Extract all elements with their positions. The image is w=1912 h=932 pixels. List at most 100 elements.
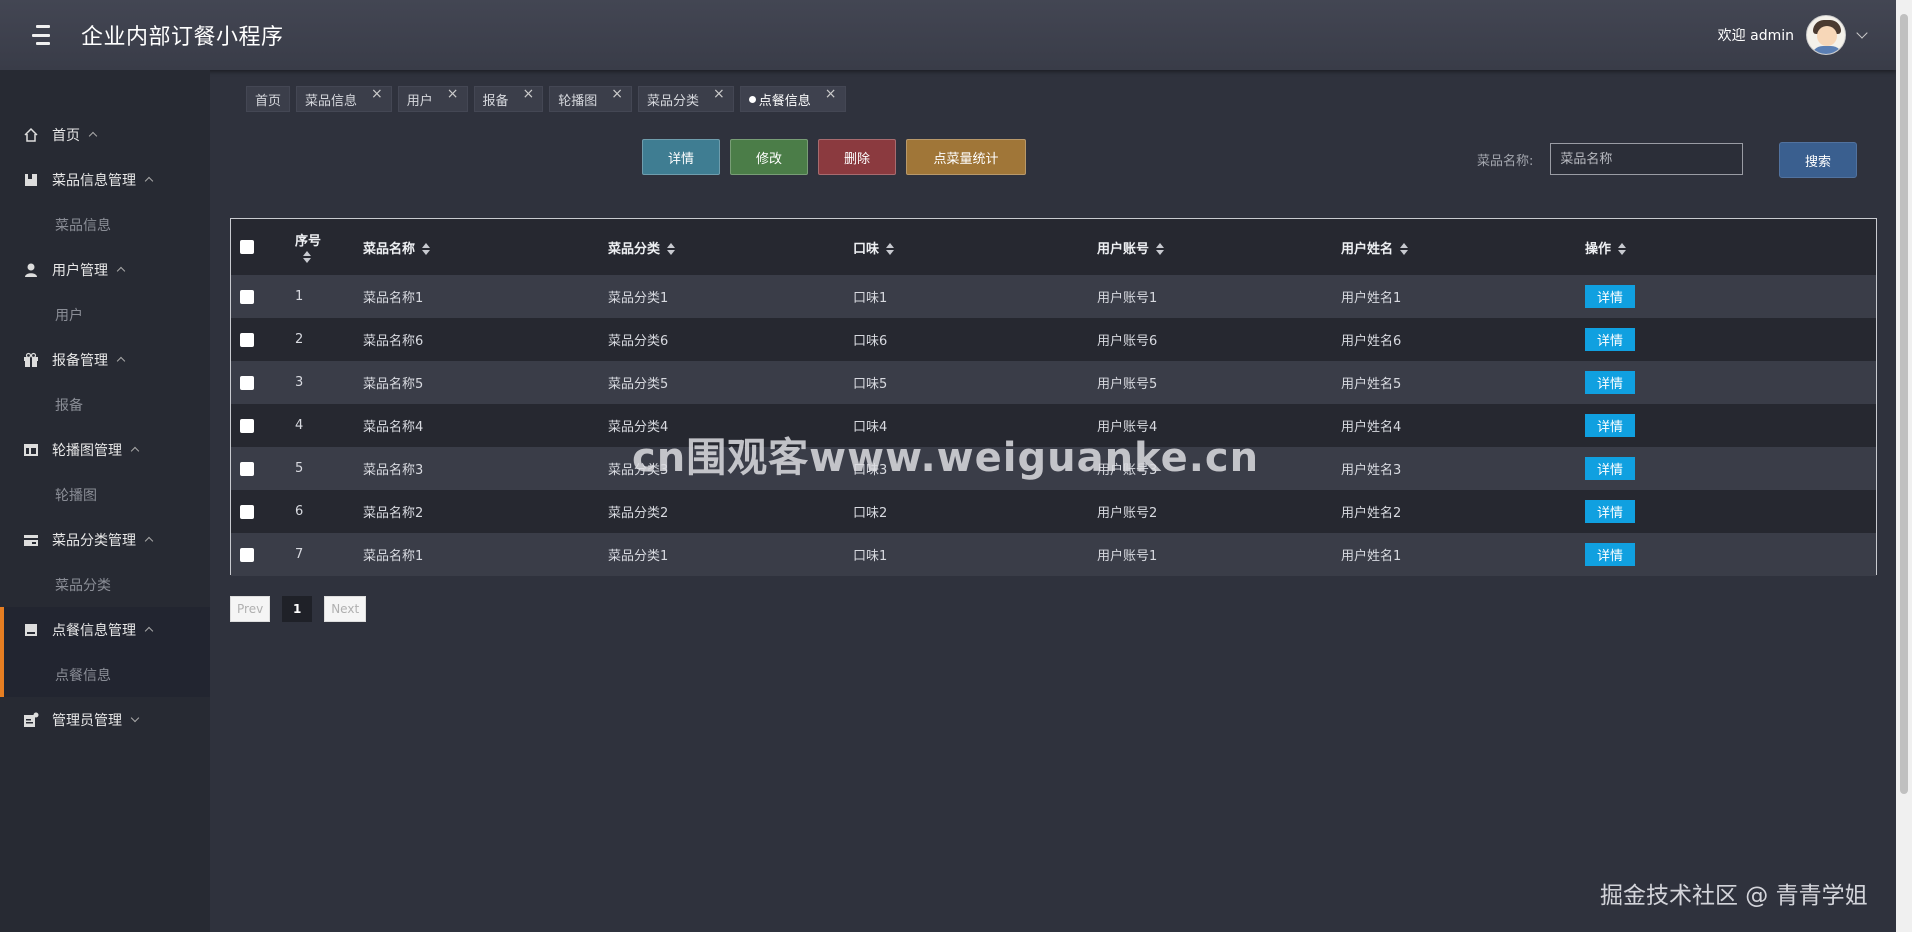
search-input[interactable] — [1550, 143, 1744, 175]
sidebar-item-category[interactable]: 菜品分类 — [0, 562, 210, 607]
tab-report[interactable]: 报备 × — [473, 86, 544, 112]
sidebar-item-dish-info[interactable]: 菜品信息 — [0, 202, 210, 247]
tab-category[interactable]: 菜品分类 × — [638, 86, 734, 112]
sidebar-item-carousel[interactable]: 轮播图 — [0, 472, 210, 517]
sidebar-item-order-info[interactable]: 点餐信息 — [4, 652, 210, 697]
sort-icon[interactable] — [886, 243, 895, 255]
close-icon[interactable]: × — [447, 86, 459, 102]
tab-home[interactable]: 首页 — [246, 86, 291, 112]
sort-icon[interactable] — [1618, 243, 1627, 255]
row-detail-button[interactable]: 详情 — [1585, 543, 1635, 566]
column-label: 口味 — [853, 241, 880, 257]
sidebar-item-user[interactable]: 用户 — [0, 292, 210, 337]
book-icon — [22, 621, 40, 639]
table-cell: 口味5 — [853, 377, 888, 392]
close-icon[interactable]: × — [713, 86, 725, 102]
chevron-down-icon[interactable] — [1856, 27, 1868, 39]
sort-icon[interactable] — [303, 250, 312, 263]
row-checkbox[interactable] — [240, 375, 254, 390]
column-header-category[interactable]: 菜品分类 — [608, 219, 853, 275]
row-detail-button[interactable]: 详情 — [1585, 328, 1635, 351]
chevron-up-icon — [130, 446, 140, 456]
table-row[interactable]: 2 菜品名称6 菜品分类6 口味6 用户账号6 用户姓名6 详情 — [231, 318, 1876, 361]
order-table: 序号 菜品名称 菜品分类 口味 用户账号 用户姓名 操作 1 菜品名称1 菜品分类1… — [230, 218, 1877, 576]
table-cell: 用户姓名1 — [1341, 549, 1402, 564]
table-cell: 菜品分类2 — [608, 506, 669, 521]
chevron-up-icon — [116, 266, 126, 276]
table-cell: 2 — [295, 332, 304, 347]
table-row[interactable]: 6 菜品名称2 菜品分类2 口味2 用户账号2 用户姓名2 详情 — [231, 490, 1876, 533]
nav-group-order: 点餐信息管理 点餐信息 — [0, 607, 210, 697]
app-title: 企业内部订餐小程序 — [81, 25, 284, 50]
column-header-index[interactable]: 序号 — [295, 219, 363, 275]
row-detail-button[interactable]: 详情 — [1585, 414, 1635, 437]
prev-page-button[interactable]: Prev — [230, 596, 271, 622]
column-label: 菜品分类 — [608, 241, 661, 257]
column-header-flavor[interactable]: 口味 — [853, 219, 1097, 275]
sidebar-item-report-management[interactable]: 报备管理 — [0, 337, 210, 382]
table-row[interactable]: 7 菜品名称1 菜品分类1 口味1 用户账号1 用户姓名1 详情 — [231, 533, 1876, 576]
select-all-checkbox[interactable] — [240, 240, 254, 254]
scrollbar[interactable] — [1896, 0, 1912, 932]
sort-icon[interactable] — [667, 243, 676, 255]
column-header-username[interactable]: 用户姓名 — [1341, 219, 1585, 275]
row-checkbox[interactable] — [240, 461, 254, 476]
sort-icon[interactable] — [1156, 243, 1165, 255]
detail-button[interactable]: 详情 — [642, 139, 720, 175]
sidebar-item-label: 用户管理 — [52, 262, 108, 279]
close-icon[interactable]: × — [523, 86, 535, 102]
sidebar-item-category-management[interactable]: 菜品分类管理 — [0, 517, 210, 562]
table-cell: 1 — [295, 289, 304, 304]
close-icon[interactable]: × — [371, 86, 383, 102]
row-checkbox[interactable] — [240, 504, 254, 519]
chevron-up-icon — [144, 176, 154, 186]
sort-icon[interactable] — [422, 243, 431, 255]
menu-toggle-icon[interactable] — [32, 25, 56, 45]
column-header-actions[interactable]: 操作 — [1585, 219, 1876, 275]
row-checkbox[interactable] — [240, 289, 254, 304]
user-menu[interactable]: 欢迎 admin — [1718, 0, 1868, 70]
row-detail-button[interactable]: 详情 — [1585, 285, 1635, 308]
table-cell: 菜品名称1 — [363, 291, 424, 306]
table-row[interactable]: 1 菜品名称1 菜品分类1 口味1 用户账号1 用户姓名1 详情 — [231, 275, 1876, 318]
sidebar-item-label: 菜品信息管理 — [52, 172, 136, 189]
close-icon[interactable]: × — [611, 86, 623, 102]
sidebar-item-home[interactable]: 首页 — [0, 112, 210, 157]
table-cell: 用户姓名6 — [1341, 334, 1402, 349]
column-header-account[interactable]: 用户账号 — [1097, 219, 1341, 275]
next-page-button[interactable]: Next — [324, 596, 367, 622]
tab-label: 用户 — [406, 93, 433, 109]
tab-dish-info[interactable]: 菜品信息 × — [296, 86, 392, 112]
search-button[interactable]: 搜索 — [1779, 142, 1857, 178]
sidebar-item-dish-management[interactable]: 菜品信息管理 — [0, 157, 210, 202]
edit-button[interactable]: 修改 — [730, 139, 808, 175]
delete-button[interactable]: 删除 — [818, 139, 896, 175]
sidebar-item-report[interactable]: 报备 — [0, 382, 210, 427]
page-number[interactable]: 1 — [282, 596, 313, 622]
table-row[interactable]: 3 菜品名称5 菜品分类5 口味5 用户账号5 用户姓名5 详情 — [231, 361, 1876, 404]
column-label: 用户账号 — [1097, 241, 1150, 257]
row-detail-button[interactable]: 详情 — [1585, 371, 1635, 394]
book-icon — [22, 171, 40, 189]
tab-carousel[interactable]: 轮播图 × — [549, 86, 633, 112]
row-checkbox[interactable] — [240, 418, 254, 433]
chevron-up-icon — [116, 356, 126, 366]
tab-order-info[interactable]: 点餐信息 × — [739, 86, 846, 112]
column-header-dish-name[interactable]: 菜品名称 — [363, 219, 608, 275]
row-detail-button[interactable]: 详情 — [1585, 500, 1635, 523]
tab-user[interactable]: 用户 × — [397, 86, 468, 112]
scrollbar-thumb[interactable] — [1900, 14, 1908, 794]
row-checkbox[interactable] — [240, 332, 254, 347]
close-icon[interactable]: × — [825, 86, 837, 102]
row-checkbox[interactable] — [240, 547, 254, 562]
table-cell: 菜品名称5 — [363, 377, 424, 392]
user-icon — [22, 261, 40, 279]
sidebar-item-order-management[interactable]: 点餐信息管理 — [4, 607, 210, 652]
avatar[interactable] — [1806, 15, 1846, 55]
order-stats-button[interactable]: 点菜量统计 — [906, 139, 1026, 175]
row-detail-button[interactable]: 详情 — [1585, 457, 1635, 480]
sidebar-item-user-management[interactable]: 用户管理 — [0, 247, 210, 292]
sidebar-item-admin-management[interactable]: 管理员管理 — [0, 697, 210, 742]
sort-icon[interactable] — [1400, 243, 1409, 255]
sidebar-item-carousel-management[interactable]: 轮播图管理 — [0, 427, 210, 472]
